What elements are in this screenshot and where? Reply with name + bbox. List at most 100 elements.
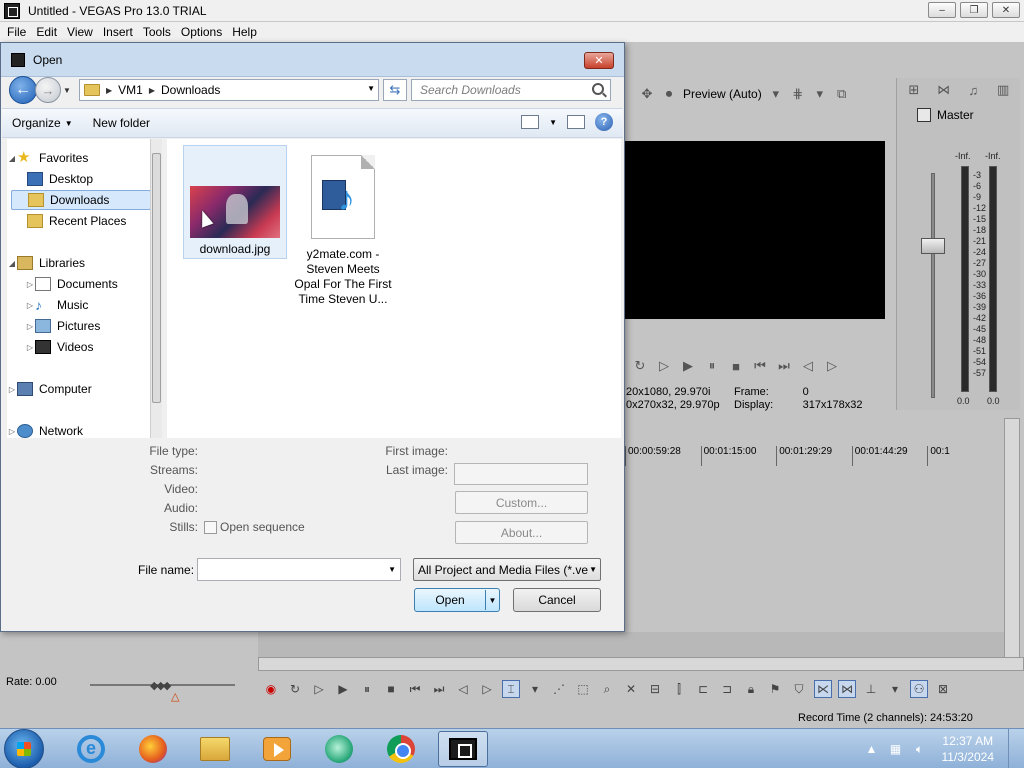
stop-icon[interactable]: ■ (728, 358, 744, 374)
file-item-y2mate-video[interactable]: ♪ y2mate.com - Steven Meets Opal For The… (291, 149, 395, 307)
dialog-close-button[interactable]: ✕ (584, 52, 614, 69)
next-frame-icon[interactable]: ▷ (824, 358, 840, 374)
timeline-horizontal-scrollbar[interactable] (258, 657, 1024, 671)
open-button[interactable]: Open ▼ (414, 588, 500, 612)
last-image-field[interactable] (454, 463, 588, 485)
network-tray-icon[interactable]: ▦ (888, 741, 904, 757)
play-from-start-icon[interactable]: ▷ (656, 358, 672, 374)
show-desktop-button[interactable] (1008, 729, 1020, 768)
preview-quality-select[interactable]: Preview (Auto) (683, 87, 762, 101)
nav-favorites[interactable]: ◢ ★ Favorites (7, 148, 88, 168)
next-frame-icon[interactable]: ▷ (478, 680, 496, 698)
nav-music[interactable]: ▷ ♪ Music (25, 295, 88, 315)
timeline-track-area[interactable] (258, 632, 1004, 658)
stop-icon[interactable]: ■ (382, 680, 400, 698)
show-hidden-icons-icon[interactable]: ▲ (864, 741, 880, 757)
taskbar-file-explorer[interactable] (190, 731, 240, 767)
menu-edit[interactable]: Edit (31, 25, 62, 39)
minimize-button[interactable]: – (928, 2, 956, 18)
timeline-vertical-scrollbar[interactable] (1004, 418, 1020, 658)
region-icon[interactable]: ⛉ (790, 680, 808, 698)
menu-options[interactable]: Options (176, 25, 227, 39)
menu-file[interactable]: File (2, 25, 31, 39)
menu-view[interactable]: View (62, 25, 98, 39)
about-button[interactable]: About... (455, 521, 588, 544)
go-to-start-icon[interactable]: ⏮ (752, 358, 768, 374)
menu-insert[interactable]: Insert (98, 25, 138, 39)
system-clock[interactable]: 12:37 AM 11/3/2024 (942, 733, 995, 765)
vegas-app-icon[interactable] (4, 2, 20, 19)
menu-tools[interactable]: Tools (138, 25, 176, 39)
nav-pictures[interactable]: ▷ Pictures (25, 316, 100, 336)
go-to-end-icon[interactable]: ⏭ (776, 358, 792, 374)
forward-button[interactable]: → (35, 77, 61, 103)
lock-envelopes-icon[interactable]: ⊥ (862, 680, 880, 698)
trim-end-icon[interactable]: ⊐ (718, 680, 736, 698)
go-to-start-icon[interactable]: ⏮ (406, 680, 424, 698)
start-button[interactable] (4, 728, 44, 768)
change-view-icon[interactable] (521, 115, 540, 129)
taskbar-greenshot[interactable] (314, 731, 364, 767)
nav-downloads[interactable]: Downloads (11, 190, 151, 210)
taskbar-vegas[interactable] (438, 730, 488, 767)
open-options-dropdown[interactable]: ▼ (485, 590, 499, 610)
collapse-arrow-icon[interactable]: ▷ (25, 280, 35, 289)
chevron-down-icon[interactable]: ▾ (526, 680, 544, 698)
prev-frame-icon[interactable]: ◁ (454, 680, 472, 698)
mixer-mute-icon[interactable]: ⋈ (936, 82, 952, 98)
nav-documents[interactable]: ▷ Documents (25, 274, 118, 294)
help-icon[interactable]: ? (595, 113, 613, 131)
close-button[interactable]: ✕ (992, 2, 1020, 18)
file-item-download-jpg[interactable]: download.jpg (183, 145, 287, 259)
chevron-down-icon[interactable]: ▾ (768, 86, 784, 102)
play-icon[interactable]: ▶ (680, 358, 696, 374)
record-icon[interactable]: ◉ (262, 680, 280, 698)
lock-icon[interactable]: 🔒︎ (742, 680, 760, 698)
ignore-grouping-icon[interactable]: ⚇ (910, 680, 928, 698)
play-icon[interactable]: ▶ (334, 680, 352, 698)
split-icon[interactable]: ⫿ (670, 680, 688, 698)
pause-icon[interactable]: ⏸ (358, 680, 376, 698)
overlay-grid-icon[interactable]: ⋕ (790, 86, 806, 102)
loop-icon[interactable]: ↻ (632, 358, 648, 374)
timeline-ruler[interactable]: 00:00:59:28 00:01:15:00 00:01:29:29 00:0… (625, 446, 1003, 466)
go-to-end-icon[interactable]: ⏭ (430, 680, 448, 698)
trim-start-icon[interactable]: ⊏ (694, 680, 712, 698)
taskbar-media-player[interactable] (252, 731, 302, 767)
file-type-select[interactable]: All Project and Media Files (*.ve ▼ (413, 558, 601, 581)
nav-recent-places[interactable]: Recent Places (27, 211, 126, 231)
search-icon[interactable] (592, 83, 604, 95)
mixer-properties-icon[interactable]: ⊞ (906, 82, 922, 98)
move-icon[interactable]: ✥ (639, 86, 655, 102)
breadcrumb-vm1[interactable]: VM1 (118, 83, 143, 97)
nav-videos[interactable]: ▷ Videos (25, 337, 93, 357)
maximize-button[interactable]: ❐ (960, 2, 988, 18)
file-name-input[interactable]: ▼ (197, 558, 401, 581)
address-bar[interactable]: ▶ VM1 ▶ Downloads ▼ (79, 79, 379, 101)
normal-edit-tool-icon[interactable]: ⌶ (502, 680, 520, 698)
play-from-start-icon[interactable]: ▷ (310, 680, 328, 698)
collapse-arrow-icon[interactable]: ▷ (7, 385, 17, 394)
cancel-button[interactable]: Cancel (513, 588, 601, 612)
master-properties-icon[interactable] (917, 108, 931, 122)
expand-arrow-icon[interactable]: ◢ (7, 154, 17, 163)
copy-snapshot-icon[interactable]: ⧉ (834, 86, 850, 102)
chevron-down-icon[interactable]: ▼ (367, 84, 375, 93)
rate-slider-handle[interactable]: ◆◆◆ (150, 679, 171, 692)
nav-libraries[interactable]: ◢ Libraries (7, 253, 85, 273)
collapse-arrow-icon[interactable]: ▷ (25, 301, 35, 310)
chevron-down-icon[interactable]: ▼ (388, 565, 396, 574)
selection-tool-icon[interactable]: ⬚ (574, 680, 592, 698)
loop-playback-icon[interactable]: ↻ (286, 680, 304, 698)
prev-frame-icon[interactable]: ◁ (800, 358, 816, 374)
delete-icon[interactable]: ✕ (622, 680, 640, 698)
zoom-tool-icon[interactable]: ⌕ (598, 680, 616, 698)
collapse-arrow-icon[interactable]: ▷ (25, 322, 35, 331)
nav-desktop[interactable]: Desktop (27, 169, 93, 189)
master-fader-handle[interactable] (921, 238, 945, 254)
custom-button[interactable]: Custom... (455, 491, 588, 514)
taskbar-internet-explorer[interactable]: e (66, 731, 116, 767)
pause-icon[interactable]: ⏸ (704, 358, 720, 374)
volume-muted-icon[interactable]: 🔈︎ (912, 741, 928, 757)
preview-pane-icon[interactable] (567, 115, 585, 129)
